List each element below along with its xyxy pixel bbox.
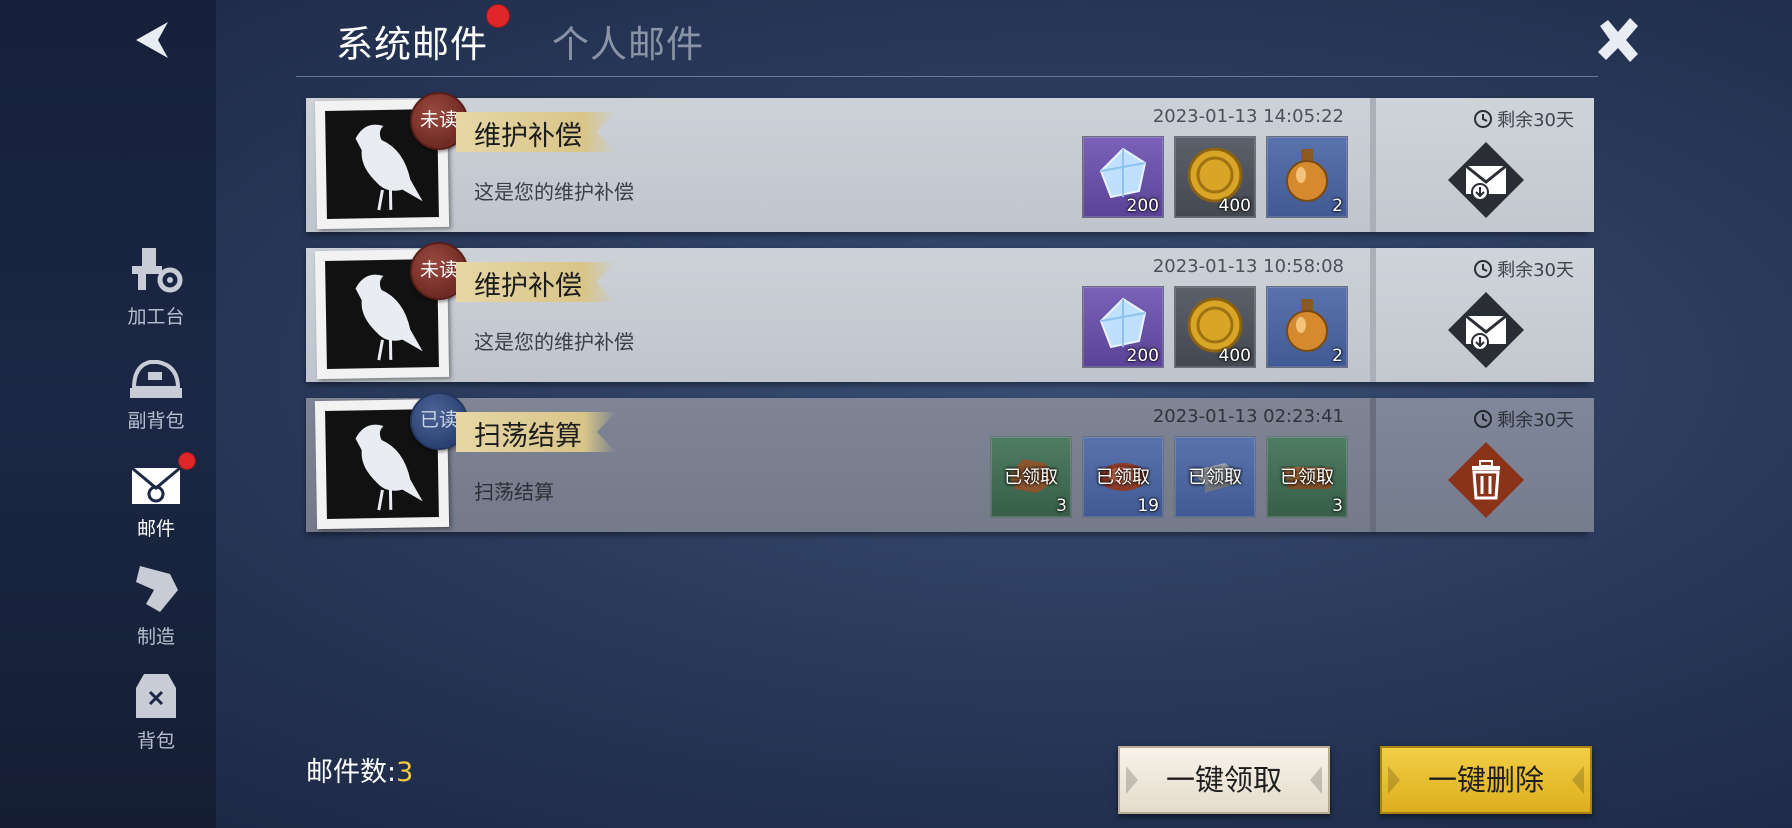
mail-title: 扫荡结算 — [474, 421, 582, 452]
mail-content: 已读 扫荡结算 扫荡结算 2023-01-13 02:23:41 已领取 3 已… — [306, 392, 1368, 532]
envelope-download-icon — [1448, 292, 1524, 368]
tab-divider — [296, 76, 1598, 77]
remaining-days: 剩余30天 — [1473, 406, 1574, 432]
mail-actions: 剩余30天 — [1370, 98, 1594, 232]
reward-slot[interactable]: 已领取 — [1174, 436, 1256, 518]
mail-title: 维护补偿 — [474, 121, 582, 152]
claimed-label: 已领取 — [1096, 467, 1150, 488]
reward-qty: 200 — [1126, 196, 1159, 216]
close-icon — [1598, 18, 1638, 62]
remaining-days: 剩余30天 — [1473, 106, 1574, 132]
sidebar-item-label: 制造 — [136, 626, 175, 648]
sidebar: 加工台 副背包 邮件 制造 背包 — [0, 0, 216, 828]
reward-slot[interactable]: 2 — [1266, 136, 1348, 218]
sidebar-item-craft[interactable]: 制造 — [110, 560, 202, 650]
claimed-label: 已领取 — [1280, 467, 1334, 488]
reward-qty: 2 — [1332, 346, 1343, 366]
reward-list: 已领取 3 已领取 19 已领取 已领取 3 — [990, 436, 1348, 518]
mail-content: 未读 维护补偿 这是您的维护补偿 2023-01-13 14:05:22 200… — [306, 92, 1368, 232]
mail-count-value: 3 — [396, 757, 414, 788]
claimed-label: 已领取 — [1188, 467, 1242, 488]
reward-qty: 200 — [1126, 346, 1159, 366]
mail-time: 2023-01-13 10:58:08 — [1152, 256, 1344, 277]
trash-icon — [1448, 442, 1524, 518]
remaining-days-text: 剩余30天 — [1497, 410, 1574, 431]
potion-icon — [1286, 299, 1328, 352]
mail-subtitle: 这是您的维护补偿 — [474, 330, 634, 354]
notification-dot — [486, 4, 510, 28]
sidebar-item-workbench[interactable]: 加工台 — [110, 240, 202, 330]
reward-slot[interactable]: 400 — [1174, 136, 1256, 218]
backpack-icon — [136, 674, 176, 718]
mail-title: 维护补偿 — [474, 271, 582, 302]
reward-slot[interactable]: 200 — [1082, 286, 1164, 368]
mail-count-label: 邮件数: — [306, 757, 397, 788]
sidebar-item-label: 背包 — [136, 730, 175, 752]
back-arrow-icon — [136, 22, 168, 58]
clock-icon — [1474, 110, 1493, 128]
workbench-icon — [132, 248, 183, 293]
mail-subtitle: 这是您的维护补偿 — [474, 180, 634, 204]
envelope-download-icon — [1448, 142, 1524, 218]
delete-all-button[interactable]: 一键删除 — [1380, 746, 1592, 814]
sub-bag-icon — [130, 360, 182, 398]
mail-time: 2023-01-13 02:23:41 — [1152, 406, 1344, 427]
remaining-days-text: 剩余30天 — [1497, 110, 1574, 131]
notification-dot — [178, 452, 196, 470]
reward-slot[interactable]: 200 — [1082, 136, 1164, 218]
reward-slot[interactable]: 400 — [1174, 286, 1256, 368]
mail-count: 邮件数:3 — [306, 750, 413, 789]
reward-qty: 3 — [1056, 496, 1067, 516]
reward-qty: 3 — [1332, 496, 1343, 516]
sidebar-item-mail[interactable]: 邮件 — [110, 452, 202, 546]
remaining-days-text: 剩余30天 — [1497, 260, 1574, 281]
reward-qty: 19 — [1137, 496, 1159, 516]
sidebar-item-label: 加工台 — [127, 306, 185, 328]
reward-slot[interactable]: 已领取 19 — [1082, 436, 1164, 518]
claim-all-button[interactable]: 一键领取 — [1118, 746, 1330, 814]
mail-item[interactable]: 已读 扫荡结算 扫荡结算 2023-01-13 02:23:41 已领取 3 已… — [306, 392, 1594, 532]
reward-list: 200 400 2 — [1082, 136, 1348, 218]
delete-mail-button[interactable] — [1446, 440, 1526, 520]
remaining-days: 剩余30天 — [1473, 256, 1574, 282]
craft-icon — [136, 566, 178, 612]
back-button[interactable] — [130, 18, 178, 62]
reward-slot[interactable]: 2 — [1266, 286, 1348, 368]
tab-system-mail[interactable]: 系统邮件 — [336, 14, 488, 68]
reward-qty: 2 — [1332, 196, 1343, 216]
sidebar-item-label: 邮件 — [136, 518, 175, 540]
claim-mail-button[interactable] — [1446, 290, 1526, 370]
clock-icon — [1474, 260, 1493, 278]
reward-qty: 400 — [1218, 196, 1251, 216]
mail-item[interactable]: 未读 维护补偿 这是您的维护补偿 2023-01-13 14:05:22 200… — [306, 92, 1594, 232]
reward-qty: 400 — [1218, 346, 1251, 366]
claimed-label: 已领取 — [1004, 467, 1058, 488]
mail-content: 未读 维护补偿 这是您的维护补偿 2023-01-13 10:58:08 200… — [306, 242, 1368, 382]
mail-time: 2023-01-13 14:05:22 — [1152, 106, 1344, 127]
claim-mail-button[interactable] — [1446, 140, 1526, 220]
mail-actions: 剩余30天 — [1370, 398, 1594, 532]
sidebar-item-label: 副背包 — [127, 410, 185, 432]
reward-slot[interactable]: 已领取 3 — [1266, 436, 1348, 518]
clock-icon — [1474, 410, 1493, 428]
reward-slot[interactable]: 已领取 3 — [990, 436, 1072, 518]
tab-personal-mail[interactable]: 个人邮件 — [552, 14, 704, 68]
mail-item[interactable]: 未读 维护补偿 这是您的维护补偿 2023-01-13 10:58:08 200… — [306, 242, 1594, 382]
reward-list: 200 400 2 — [1082, 286, 1348, 368]
mail-icon — [131, 466, 181, 504]
sidebar-item-backpack[interactable]: 背包 — [110, 664, 202, 754]
close-button[interactable] — [1594, 16, 1642, 64]
mail-subtitle: 扫荡结算 — [474, 480, 554, 504]
sidebar-item-sub-bag[interactable]: 副背包 — [110, 348, 202, 438]
mail-actions: 剩余30天 — [1370, 248, 1594, 382]
potion-icon — [1286, 149, 1328, 202]
